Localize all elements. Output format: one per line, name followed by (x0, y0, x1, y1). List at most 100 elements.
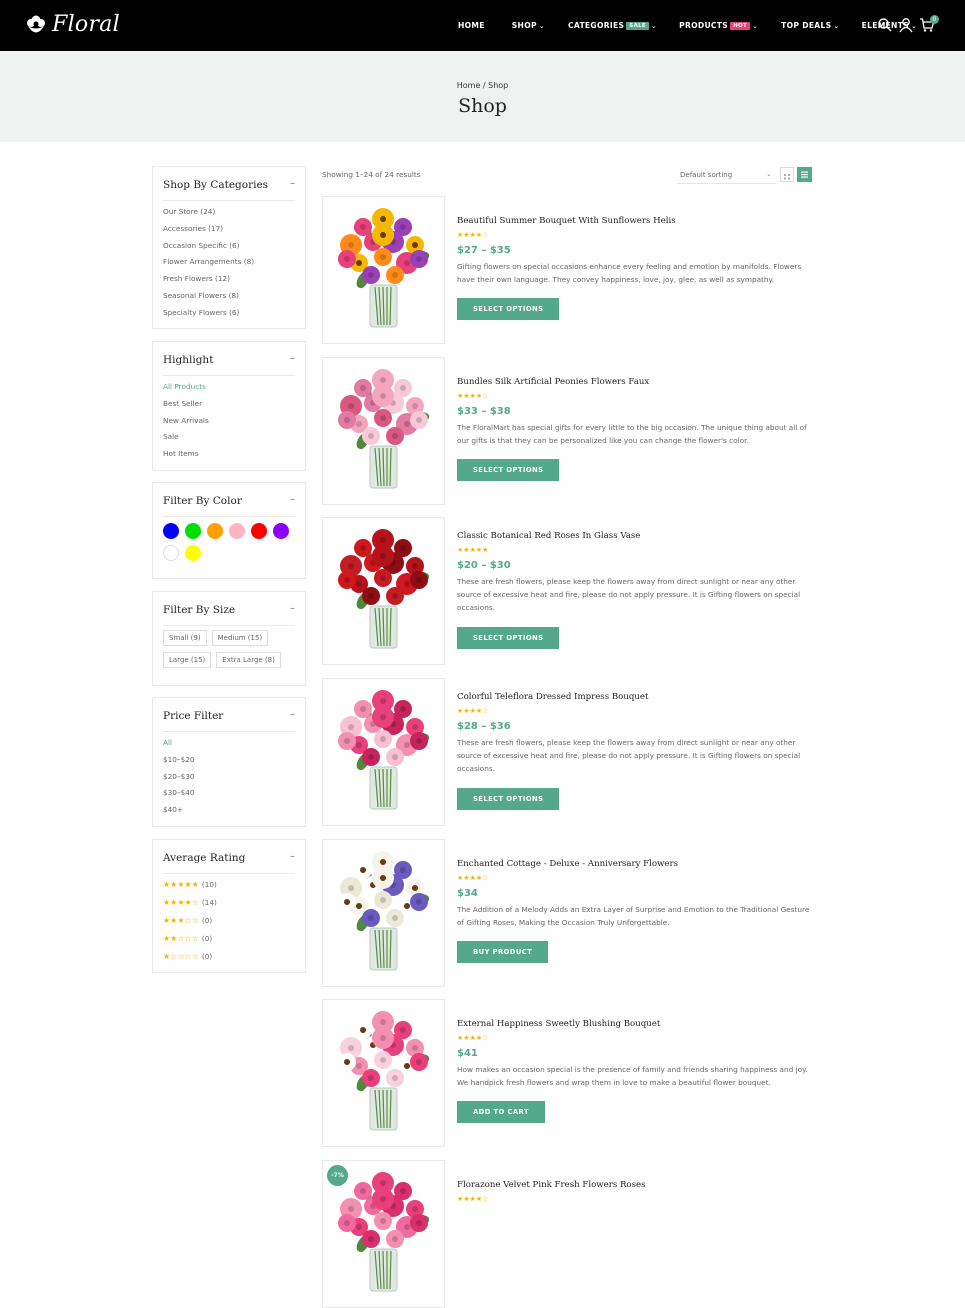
product-price: $20 – $30 (457, 560, 511, 571)
rating-filter-widget: Average Rating – ★★★★★ (10) ★★★★☆ (14) ★★★☆☆… (152, 839, 306, 973)
user-icon[interactable] (898, 17, 914, 33)
select-options-button[interactable]: SELECT OPTIONS (457, 298, 560, 321)
breadcrumb[interactable]: Home / Shop (0, 81, 965, 90)
nav-item-top-deals[interactable]: TOP DEALS ⌄ (781, 21, 839, 30)
filter-item[interactable]: New Arrivals (163, 416, 209, 433)
product-rating: ★★★★★ (457, 546, 489, 554)
widget-header[interactable]: Filter By Color – (163, 494, 295, 517)
select-options-button[interactable]: SELECT OPTIONS (457, 787, 560, 810)
size-filter-tag[interactable]: Extra Large (8) (216, 652, 281, 668)
filter-item[interactable]: Our Store (24) (163, 207, 254, 224)
product-image-frame[interactable] (322, 678, 445, 826)
collapse-icon[interactable]: – (290, 353, 295, 364)
product-image-frame[interactable] (322, 839, 445, 987)
collapse-icon[interactable]: – (290, 851, 295, 862)
rating-stars: ★★☆☆☆ (163, 934, 199, 943)
grid-view-button[interactable] (780, 167, 794, 182)
product-title[interactable]: Enchanted Cottage - Deluxe - Anniversary… (457, 859, 812, 869)
nav-item-categories[interactable]: CATEGORIES SALE ⌄ (568, 21, 657, 30)
product-image-frame[interactable]: -7% (322, 1160, 445, 1308)
categories-widget: Shop By Categories – Our Store (24) Acces… (152, 166, 306, 329)
rating-count: (10) (201, 880, 217, 889)
select-options-button[interactable]: SELECT OPTIONS (457, 626, 560, 649)
product-rating: ★★★★☆ (457, 392, 489, 400)
rating-filter-row[interactable]: ★★★☆☆ (0) (163, 916, 217, 934)
product-image-frame[interactable] (322, 999, 445, 1147)
filter-item[interactable]: $40+ (163, 805, 195, 822)
filter-item[interactable]: Sale (163, 432, 209, 449)
chevron-down-icon: ⌄ (752, 21, 759, 30)
widget-header[interactable]: Highlight – (163, 353, 295, 376)
filter-item[interactable]: $30–$40 (163, 788, 195, 805)
widget-header[interactable]: Average Rating – (163, 851, 295, 874)
filter-item[interactable]: All (163, 738, 195, 755)
collapse-icon[interactable]: – (290, 709, 295, 720)
widget-header[interactable]: Shop By Categories – (163, 178, 295, 201)
size-filter-tag[interactable]: Small (9) (163, 630, 207, 646)
nav-label: PRODUCTS (679, 21, 729, 30)
product-price: $28 – $36 (457, 721, 511, 732)
color-swatch[interactable] (185, 545, 201, 561)
cart-count-badge: 0 (930, 15, 939, 24)
nav-item-shop[interactable]: SHOP ⌄ (512, 21, 545, 30)
color-swatch[interactable] (163, 523, 179, 539)
product-info: Florazone Velvet Pink Fresh Flowers Rose… (457, 1180, 812, 1204)
nav-item-home[interactable]: HOME (458, 21, 485, 30)
filter-item[interactable]: Specialty Flowers (6) (163, 308, 254, 325)
product-title[interactable]: Colorful Teleflora Dressed Impress Bouqu… (457, 692, 812, 702)
category-list: Our Store (24) Accessories (17) Occasion S… (163, 207, 254, 325)
filter-item[interactable]: Flower Arrangements (8) (163, 257, 254, 274)
collapse-icon[interactable]: – (290, 494, 295, 505)
product-title[interactable]: External Happiness Sweetly Blushing Bouq… (457, 1019, 812, 1029)
sort-select[interactable]: Default sorting ⌄ (677, 166, 776, 184)
rating-stars: ★★★★★ (163, 880, 199, 889)
nav-item-products[interactable]: PRODUCTS HOT ⌄ (679, 21, 758, 30)
filter-item[interactable]: Hot Items (163, 449, 209, 466)
color-swatch[interactable] (273, 523, 289, 539)
color-swatch[interactable] (251, 523, 267, 539)
product-image-frame[interactable] (322, 357, 445, 505)
color-swatch[interactable] (163, 545, 179, 561)
color-swatch[interactable] (229, 523, 245, 539)
add-to-cart-button[interactable]: ADD TO CART (457, 1101, 545, 1124)
product-title[interactable]: Beautiful Summer Bouquet With Sunflowers… (457, 216, 812, 226)
collapse-icon[interactable]: – (290, 603, 295, 614)
brand-name: Floral (52, 12, 121, 37)
buy-product-button[interactable]: BUY PRODUCT (457, 941, 549, 964)
filter-item[interactable]: All Products (163, 382, 209, 399)
search-icon[interactable] (877, 17, 893, 33)
rating-filter-row[interactable]: ★☆☆☆☆ (0) (163, 952, 217, 970)
nav-label: HOME (458, 21, 485, 30)
rating-filter-row[interactable]: ★★★★★ (10) (163, 880, 217, 898)
size-filter-tag[interactable]: Medium (15) (211, 630, 269, 646)
filter-item[interactable]: Seasonal Flowers (8) (163, 291, 254, 308)
filter-item[interactable]: $10–$20 (163, 755, 195, 772)
product-image-frame[interactable] (322, 517, 445, 665)
rating-stars: ★★★★☆ (163, 898, 199, 907)
widget-header[interactable]: Filter By Size – (163, 603, 295, 626)
product-title[interactable]: Bundles Silk Artificial Peonies Flowers … (457, 377, 812, 387)
main-nav: HOME SHOP ⌄ CATEGORIES SALE ⌄ PRODUCTS HOT ⌄ TOP … (458, 0, 917, 51)
select-options-button[interactable]: SELECT OPTIONS (457, 459, 560, 482)
widget-header[interactable]: Price Filter – (163, 709, 295, 732)
product-image (338, 1011, 429, 1131)
product-info: Bundles Silk Artificial Peonies Flowers … (457, 377, 812, 482)
product-image-frame[interactable] (322, 196, 445, 344)
product-rating: ★★★★☆ (457, 707, 489, 715)
rating-filter-row[interactable]: ★★☆☆☆ (0) (163, 934, 217, 952)
product-title[interactable]: Florazone Velvet Pink Fresh Flowers Rose… (457, 1180, 812, 1190)
filter-item[interactable]: Best Seller (163, 399, 209, 416)
list-view-button[interactable] (797, 167, 812, 182)
filter-item[interactable]: Occasion Specific (6) (163, 241, 254, 258)
size-filter-tag[interactable]: Large (15) (163, 652, 212, 668)
filter-item[interactable]: $20–$30 (163, 772, 195, 789)
color-swatch[interactable] (185, 523, 201, 539)
collapse-icon[interactable]: – (290, 178, 295, 189)
filter-item[interactable]: Accessories (17) (163, 224, 254, 241)
logo[interactable]: Floral (26, 12, 120, 37)
product-title[interactable]: Classic Botanical Red Roses In Glass Vas… (457, 531, 812, 541)
filter-item[interactable]: Fresh Flowers (12) (163, 274, 254, 291)
product-image (338, 208, 429, 328)
rating-filter-row[interactable]: ★★★★☆ (14) (163, 898, 217, 916)
color-swatch[interactable] (207, 523, 223, 539)
